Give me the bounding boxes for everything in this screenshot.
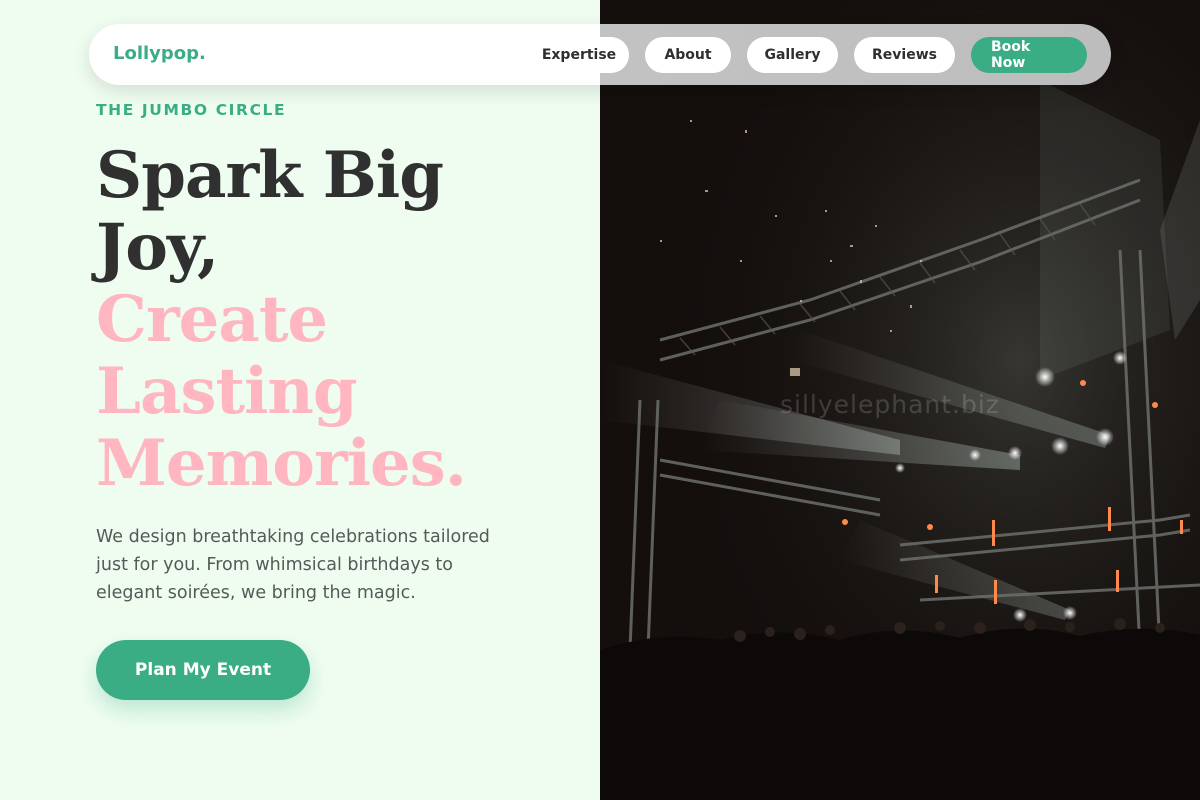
top-navbar: Lollypop. Expertise About Gallery Review… bbox=[89, 24, 1111, 85]
headline-line-1: Spark Big bbox=[96, 138, 444, 213]
nav-link-reviews[interactable]: Reviews bbox=[854, 37, 955, 73]
nav-link-expertise[interactable]: Expertise bbox=[529, 37, 629, 73]
hero-description: We design breathtaking celebrations tail… bbox=[96, 527, 490, 603]
brand-logo[interactable]: Lollypop. bbox=[113, 43, 206, 64]
plan-my-event-button[interactable]: Plan My Event bbox=[96, 640, 310, 700]
headline-line-4: Lasting bbox=[96, 354, 358, 429]
headline-line-5: Memories. bbox=[96, 426, 467, 501]
hero-headline: Spark Big Joy, Create Lasting Memories. bbox=[96, 140, 576, 500]
headline-line-3: Create bbox=[96, 282, 328, 357]
nav-link-gallery[interactable]: Gallery bbox=[747, 37, 838, 73]
watermark-text: sillyelephant.biz bbox=[780, 390, 1000, 419]
hero-eyebrow: THE JUMBO CIRCLE bbox=[96, 101, 287, 119]
nav-link-about[interactable]: About bbox=[645, 37, 731, 73]
headline-line-2: Joy, bbox=[96, 210, 219, 285]
book-now-button[interactable]: Book Now bbox=[971, 37, 1087, 73]
nav-links: Expertise About Gallery Reviews Book Now bbox=[529, 37, 1087, 73]
